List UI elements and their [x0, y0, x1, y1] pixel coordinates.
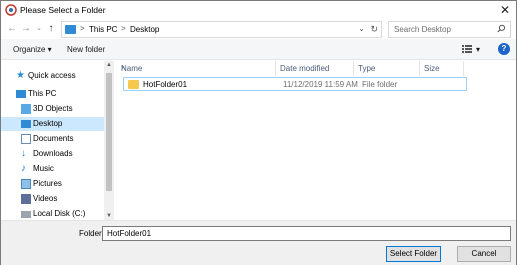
column-header-size[interactable]: Size: [420, 61, 464, 76]
computer-icon: [65, 25, 76, 34]
document-icon: [21, 134, 31, 144]
sidebar-item-videos[interactable]: Videos: [1, 192, 104, 206]
sidebar-item-this-pc[interactable]: This PC: [1, 87, 104, 101]
close-button[interactable]: ✕: [494, 1, 516, 20]
navigation-scrollbar[interactable]: ▲ ▼: [104, 61, 114, 220]
column-header-name[interactable]: Name ˄: [117, 61, 276, 76]
sort-ascending-icon: ˄: [121, 64, 126, 73]
sidebar-item-label: Quick access: [28, 71, 76, 80]
sidebar-item-label: Desktop: [33, 119, 63, 128]
star-icon: ★: [16, 70, 25, 81]
back-button[interactable]: ←: [5, 22, 19, 36]
scroll-down-icon[interactable]: ▼: [105, 213, 113, 219]
sidebar-item-documents[interactable]: Documents: [1, 132, 104, 146]
breadcrumb-separator: >: [80, 24, 85, 33]
sidebar-item-pictures[interactable]: Pictures: [1, 177, 104, 191]
sidebar-item-downloads[interactable]: ↓ Downloads: [1, 147, 104, 161]
file-type: File folder: [362, 80, 398, 89]
window-title: Please Select a Folder: [20, 5, 106, 15]
up-button[interactable]: ↑: [44, 22, 58, 36]
sidebar-item-music[interactable]: ♪ Music: [1, 162, 104, 176]
table-row[interactable]: HotFolder01 11/12/2019 11:59 AM File fol…: [123, 77, 467, 91]
sidebar-item-label: Pictures: [33, 179, 62, 188]
organize-menu[interactable]: Organize ▾: [13, 45, 52, 54]
sidebar-item-label: Music: [33, 164, 54, 173]
navigation-pane: ★ Quick access This PC 3D Objects Deskto…: [1, 61, 115, 220]
app-icon: [5, 4, 17, 16]
folder-label: Folder:: [79, 229, 104, 238]
new-folder-button[interactable]: New folder: [67, 45, 105, 54]
sidebar-item-label: Documents: [33, 134, 74, 143]
file-list: Name ˄ Date modified Type Size HotFolder…: [117, 61, 514, 220]
download-icon: ↓: [21, 148, 26, 159]
cube-icon: [21, 104, 31, 114]
desktop-icon: [21, 120, 31, 128]
breadcrumb-separator: >: [121, 24, 126, 33]
refresh-icon[interactable]: ↻: [370, 24, 378, 35]
command-bar: Organize ▾ New folder ▾ ?: [1, 39, 516, 60]
video-icon: [21, 194, 31, 204]
sidebar-item-label: 3D Objects: [33, 104, 73, 113]
scroll-up-icon[interactable]: ▲: [105, 62, 113, 68]
help-icon[interactable]: ?: [498, 43, 510, 55]
navigation-bar: ← → ⌄ ↑ > This PC > Desktop ⌄ ↻ Search D…: [1, 20, 516, 39]
select-folder-button[interactable]: Select Folder: [386, 246, 441, 262]
cancel-button[interactable]: Cancel: [457, 246, 511, 262]
sidebar-item-3d-objects[interactable]: 3D Objects: [1, 102, 104, 116]
folder-name-value: HotFolder01: [107, 229, 152, 238]
computer-icon: [16, 90, 26, 98]
address-bar[interactable]: > This PC > Desktop ⌄ ↻: [61, 21, 382, 38]
folder-name-input[interactable]: HotFolder01: [102, 226, 511, 241]
file-name: HotFolder01: [143, 80, 188, 89]
sidebar-item-label: Videos: [33, 194, 58, 203]
folder-icon: [128, 80, 139, 89]
breadcrumb-desktop[interactable]: Desktop: [130, 25, 159, 34]
scrollbar-thumb[interactable]: [106, 73, 112, 191]
folder-picker-dialog: Please Select a Folder ✕ ← → ⌄ ↑ > This …: [0, 0, 517, 265]
search-input[interactable]: Search Desktop: [388, 21, 511, 38]
view-dropdown-icon[interactable]: ▾: [476, 45, 480, 54]
picture-icon: [21, 179, 31, 189]
address-dropdown-icon[interactable]: ⌄: [358, 24, 365, 33]
music-icon: ♪: [21, 163, 26, 174]
search-placeholder: Search Desktop: [394, 25, 451, 34]
search-icon: [497, 24, 506, 33]
forward-button[interactable]: →: [19, 22, 33, 36]
view-options-icon[interactable]: [462, 45, 472, 53]
file-date-modified: 11/12/2019 11:59 AM: [283, 80, 358, 89]
sidebar-item-label: This PC: [28, 89, 57, 98]
sidebar-item-label: Downloads: [33, 149, 73, 158]
title-bar: Please Select a Folder ✕: [1, 1, 516, 20]
column-header-type[interactable]: Type: [354, 61, 420, 76]
column-header-date-modified[interactable]: Date modified: [276, 61, 354, 76]
breadcrumb-this-pc[interactable]: This PC: [89, 25, 117, 34]
drive-icon: [21, 211, 31, 218]
sidebar-item-desktop[interactable]: Desktop: [1, 117, 104, 131]
sidebar-item-label: Local Disk (C:): [33, 209, 86, 218]
dialog-footer: Folder: HotFolder01 Select Folder Cancel: [1, 220, 516, 265]
sidebar-item-quick-access[interactable]: ★ Quick access: [1, 69, 104, 83]
sidebar-item-local-disk[interactable]: Local Disk (C:): [1, 207, 104, 221]
